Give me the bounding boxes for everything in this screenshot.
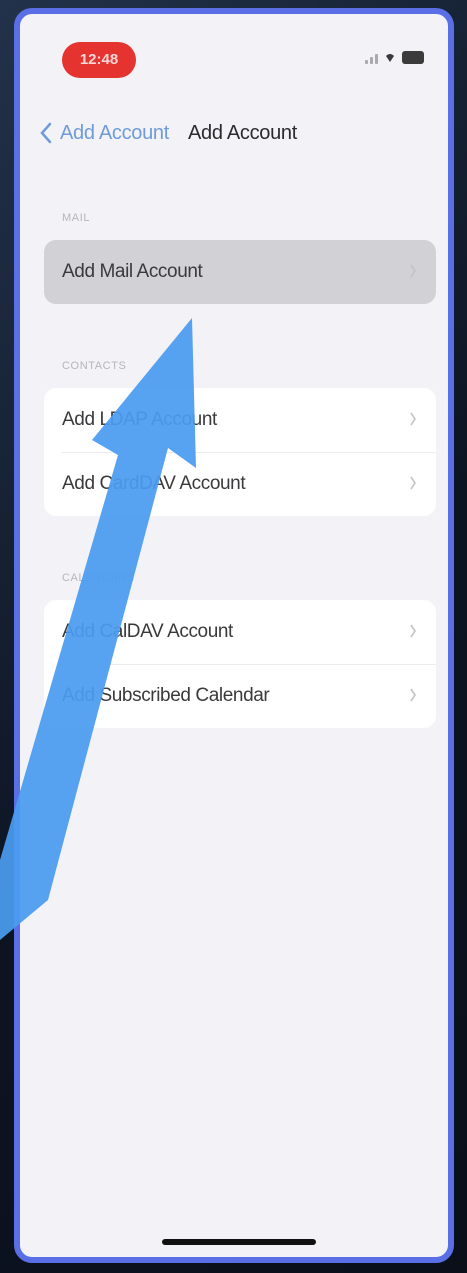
page-title: Add Account [188, 122, 298, 144]
status-bar: 12:48 [20, 14, 448, 94]
add-caldav-account-row[interactable]: Add CalDAV Account [44, 600, 436, 664]
status-time[interactable]: 12:48 [62, 42, 136, 78]
back-chevron-icon[interactable] [40, 122, 52, 144]
section-header-contacts: CONTACTS [62, 360, 127, 372]
row-label: Add Mail Account [62, 261, 203, 282]
back-button[interactable]: Add Account [60, 122, 169, 145]
navigation-bar: Add Account Add Account [20, 110, 448, 158]
home-indicator[interactable] [162, 1239, 316, 1245]
chevron-right-icon [410, 688, 416, 702]
chevron-right-icon [410, 624, 416, 638]
add-ldap-account-row[interactable]: Add LDAP Account [44, 388, 436, 452]
add-subscribed-calendar-row[interactable]: Add Subscribed Calendar [44, 664, 436, 728]
add-mail-account-row[interactable]: Add Mail Account [44, 240, 436, 304]
section-header-mail: MAIL [62, 212, 91, 224]
contacts-group: Add LDAP Account Add CardDAV Account [44, 388, 436, 516]
phone-screen: 12:48 Add Account Add Account MAIL Add M… [14, 8, 454, 1263]
status-icons [365, 50, 424, 64]
add-carddav-account-row[interactable]: Add CardDAV Account [44, 452, 436, 516]
row-label: Add CardDAV Account [62, 473, 246, 494]
section-header-calendars: CALENDARS [62, 572, 135, 584]
battery-icon [402, 50, 424, 64]
calendars-group: Add CalDAV Account Add Subscribed Calend… [44, 600, 436, 728]
row-label: Add Subscribed Calendar [62, 685, 270, 706]
chevron-right-icon [410, 412, 416, 426]
cellular-signal-icon [365, 50, 378, 64]
chevron-right-icon [410, 476, 416, 490]
row-label: Add LDAP Account [62, 409, 217, 430]
wifi-icon [386, 54, 394, 62]
row-label: Add CalDAV Account [62, 621, 233, 642]
chevron-right-icon [410, 264, 416, 278]
mail-group: Add Mail Account [44, 240, 436, 304]
screenshot-stage: 12:48 Add Account Add Account MAIL Add M… [0, 0, 467, 1273]
